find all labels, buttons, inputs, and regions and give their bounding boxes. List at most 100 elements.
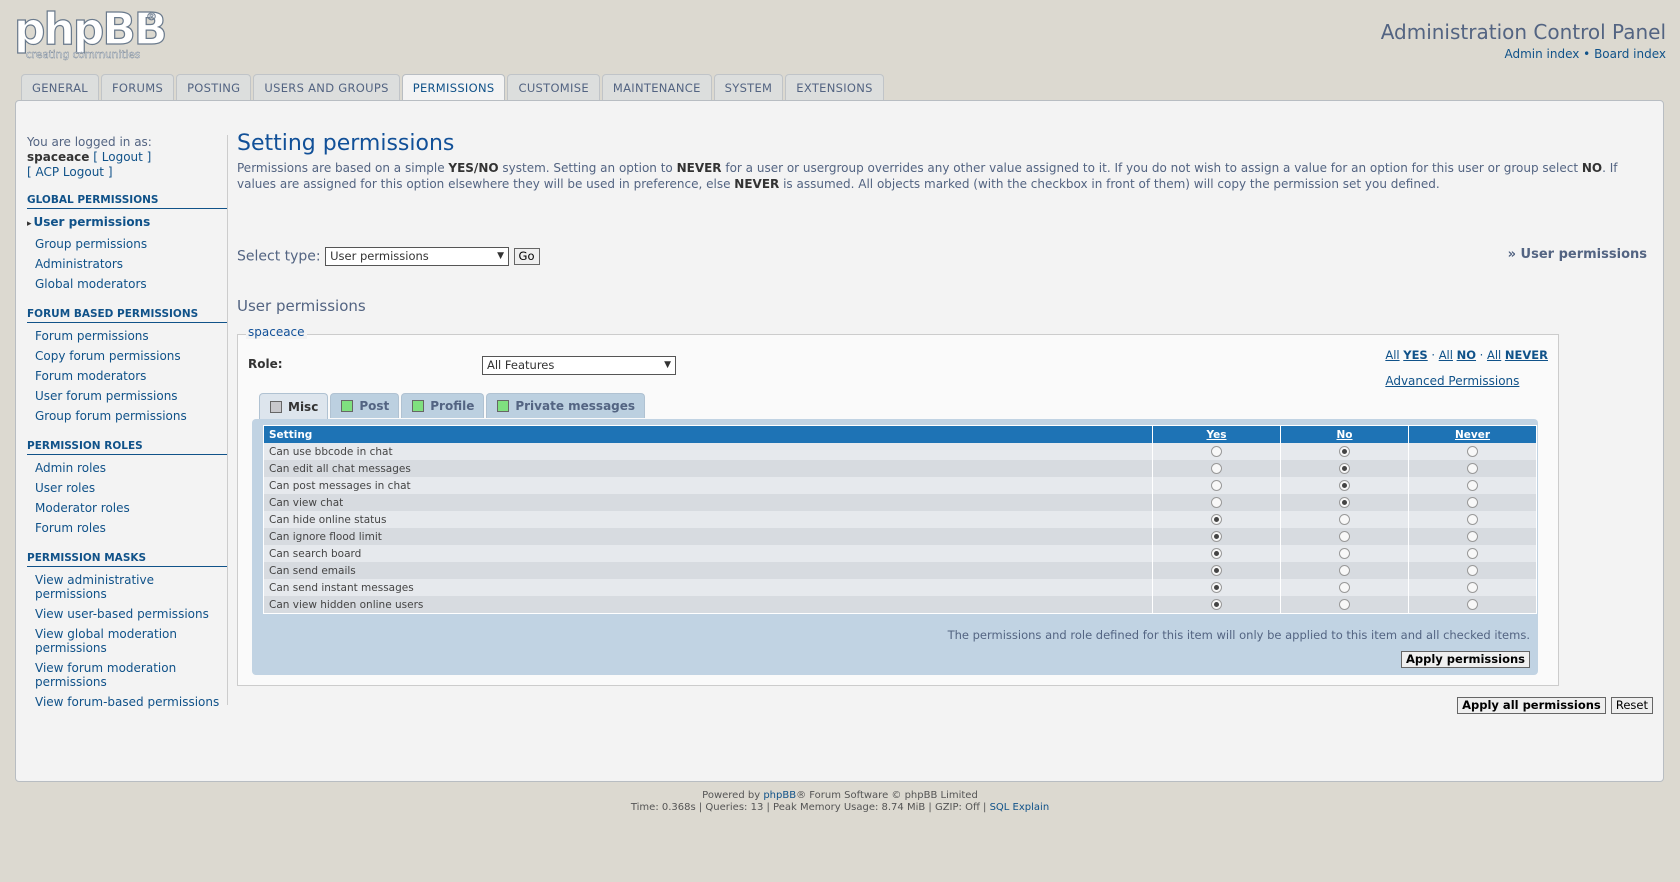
radio-no[interactable] (1339, 548, 1350, 559)
radio-never[interactable] (1467, 514, 1478, 525)
all-no-link[interactable]: All NO (1439, 348, 1476, 362)
sidebar-item-moderator-roles[interactable]: Moderator roles (27, 498, 227, 518)
radio-yes[interactable] (1211, 446, 1222, 457)
sidebar-item-view-user-permissions[interactable]: View user-based permissions (27, 604, 227, 624)
apply-permissions-button[interactable]: Apply permissions (1401, 651, 1530, 668)
radio-no[interactable] (1339, 480, 1350, 491)
radio-no[interactable] (1339, 463, 1350, 474)
header-link-separator: • (1583, 47, 1591, 61)
tab-profile[interactable]: Profile (401, 393, 485, 418)
radio-no[interactable] (1339, 446, 1350, 457)
table-row: Can send emails (263, 562, 1537, 579)
sidebar-item-group-forum-permissions[interactable]: Group forum permissions (27, 406, 227, 426)
cell-yes (1152, 528, 1281, 545)
radio-yes[interactable] (1211, 565, 1222, 576)
permission-fieldset: spaceace Role: All Features ▼ All YES · … (237, 325, 1559, 686)
radio-yes[interactable] (1211, 497, 1222, 508)
reset-button[interactable]: Reset (1610, 697, 1653, 714)
select-type-dropdown[interactable]: User permissions ▼ (325, 247, 510, 266)
acp-logout-link[interactable]: [ ACP Logout ] (27, 165, 113, 179)
sidebar-item-view-forum-mod-permissions[interactable]: View forum moderation permissions (27, 658, 227, 692)
tab-maintenance[interactable]: MAINTENANCE (601, 74, 712, 101)
sql-explain-link[interactable]: SQL Explain (990, 802, 1050, 813)
radio-no[interactable] (1339, 599, 1350, 610)
radio-yes[interactable] (1211, 582, 1222, 593)
all-never-link[interactable]: All NEVER (1487, 348, 1548, 362)
sidebar-item-view-admin-permissions[interactable]: View administrative permissions (27, 570, 227, 604)
table-row: Can use bbcode in chat (263, 443, 1537, 460)
radio-never[interactable] (1467, 582, 1478, 593)
radio-never[interactable] (1467, 599, 1478, 610)
radio-never[interactable] (1467, 446, 1478, 457)
radio-yes[interactable] (1211, 480, 1222, 491)
sidebar-item-group-permissions[interactable]: Group permissions (27, 234, 227, 254)
radio-never[interactable] (1467, 548, 1478, 559)
phpbb-link[interactable]: phpBB (763, 790, 796, 801)
sidebar-item-user-permissions[interactable]: User permissions (27, 212, 227, 234)
apply-all-permissions-button[interactable]: Apply all permissions (1457, 697, 1606, 714)
radio-yes[interactable] (1211, 463, 1222, 474)
sidebar-item-view-global-mod-permissions[interactable]: View global moderation permissions (27, 624, 227, 658)
radio-never[interactable] (1467, 463, 1478, 474)
radio-yes[interactable] (1211, 514, 1222, 525)
permission-label: Can edit all chat messages (263, 460, 1153, 477)
tab-general[interactable]: GENERAL (21, 74, 99, 101)
radio-never[interactable] (1467, 565, 1478, 576)
radio-yes[interactable] (1211, 599, 1222, 610)
permission-label: Can search board (263, 545, 1153, 562)
cell-yes (1152, 562, 1281, 579)
admin-index-link[interactable]: Admin index (1504, 47, 1579, 61)
all-yes-link[interactable]: All YES (1385, 348, 1427, 362)
radio-no[interactable] (1339, 565, 1350, 576)
column-header-no[interactable]: No (1280, 425, 1409, 443)
fieldset-legend-user[interactable]: spaceace (246, 325, 307, 339)
radio-never[interactable] (1467, 531, 1478, 542)
phpbb-logo[interactable]: phpBB ® creating communities (13, 3, 174, 66)
board-index-link[interactable]: Board index (1594, 47, 1666, 61)
tab-permissions[interactable]: PERMISSIONS (401, 74, 506, 102)
radio-no[interactable] (1339, 531, 1350, 542)
cell-no (1280, 579, 1409, 596)
sidebar-item-admin-roles[interactable]: Admin roles (27, 458, 227, 478)
role-dropdown[interactable]: All Features ▼ (482, 356, 676, 375)
tab-post[interactable]: Post (330, 393, 400, 418)
sidebar-item-global-moderators[interactable]: Global moderators (27, 274, 227, 294)
radio-yes[interactable] (1211, 548, 1222, 559)
radio-yes[interactable] (1211, 531, 1222, 542)
tab-posting[interactable]: POSTING (176, 74, 252, 101)
tab-forums[interactable]: FORUMS (100, 74, 175, 101)
sidebar-item-forum-permissions[interactable]: Forum permissions (27, 326, 227, 346)
table-row: Can hide online status (263, 511, 1537, 528)
tab-misc[interactable]: Misc (259, 393, 329, 419)
logout-link[interactable]: [ Logout ] (93, 150, 151, 164)
cell-never (1408, 511, 1537, 528)
permission-label: Can view chat (263, 494, 1153, 511)
tab-users-and-groups[interactable]: USERS AND GROUPS (253, 74, 400, 101)
radio-no[interactable] (1339, 497, 1350, 508)
radio-never[interactable] (1467, 480, 1478, 491)
tab-extensions[interactable]: EXTENSIONS (785, 74, 884, 101)
radio-no[interactable] (1339, 514, 1350, 525)
role-label: Role: (248, 357, 283, 371)
cell-no (1280, 477, 1409, 494)
dropdown-arrow-icon: ▼ (664, 360, 671, 370)
sidebar-item-administrators[interactable]: Administrators (27, 254, 227, 274)
sidebar-item-forum-roles[interactable]: Forum roles (27, 518, 227, 538)
sidebar-item-view-forum-permissions[interactable]: View forum-based permissions (27, 692, 227, 712)
permission-label: Can view hidden online users (263, 596, 1153, 614)
tab-customise[interactable]: CUSTOMISE (507, 74, 600, 101)
sidebar-item-user-roles[interactable]: User roles (27, 478, 227, 498)
tab-private-messages[interactable]: Private messages (486, 393, 646, 418)
tab-system[interactable]: SYSTEM (713, 74, 784, 101)
sidebar-item-user-forum-permissions[interactable]: User forum permissions (27, 386, 227, 406)
radio-never[interactable] (1467, 497, 1478, 508)
sidebar-item-copy-forum-permissions[interactable]: Copy forum permissions (27, 346, 227, 366)
column-header-yes[interactable]: Yes (1152, 425, 1281, 443)
go-button[interactable]: Go (513, 248, 540, 265)
advanced-permissions-link[interactable]: Advanced Permissions (1385, 374, 1548, 388)
column-header-never[interactable]: Never (1408, 425, 1537, 443)
cell-no (1280, 460, 1409, 477)
cell-never (1408, 545, 1537, 562)
sidebar-item-forum-moderators[interactable]: Forum moderators (27, 366, 227, 386)
radio-no[interactable] (1339, 582, 1350, 593)
